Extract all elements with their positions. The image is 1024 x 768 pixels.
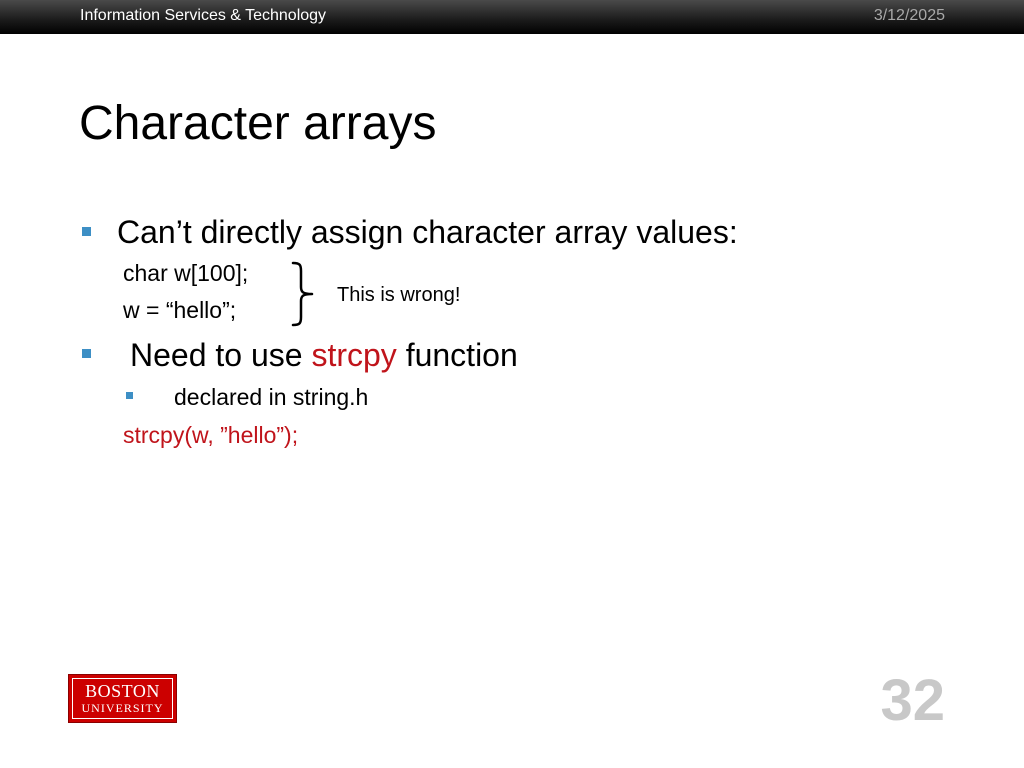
logo-line2: UNIVERSITY — [81, 701, 164, 715]
code-example: strcpy(w, ”hello”); — [123, 422, 299, 448]
code-line: char w[100]; — [123, 260, 249, 286]
square-bullet-icon — [82, 227, 91, 236]
square-sub-bullet-icon — [126, 392, 133, 399]
right-curly-brace-icon — [291, 261, 314, 327]
boston-university-logo: BOSTON UNIVERSITY — [68, 674, 177, 723]
slide-date: 3/12/2025 — [873, 7, 945, 24]
bullet-text: Can’t directly assign character array va… — [117, 214, 738, 250]
bullet-text-end: function — [396, 337, 518, 373]
bullet-text: Need to use strcpy function — [130, 337, 518, 373]
logo-line1: BOSTON — [85, 681, 160, 701]
code-line: w = “hello”; — [123, 297, 237, 323]
strcpy-highlight: strcpy — [311, 337, 397, 373]
organization-name: Information Services & Technology — [80, 7, 327, 24]
annotation-text: This is wrong! — [337, 284, 461, 306]
square-bullet-icon — [82, 349, 91, 358]
page-number: 32 — [880, 668, 945, 733]
sub-bullet-text: declared in string.h — [174, 384, 369, 410]
slide-title: Character arrays — [79, 97, 437, 150]
bullet-text-start: Need to use — [130, 337, 312, 373]
header-bar: Information Services & Technology 3/12/2… — [0, 0, 1024, 34]
